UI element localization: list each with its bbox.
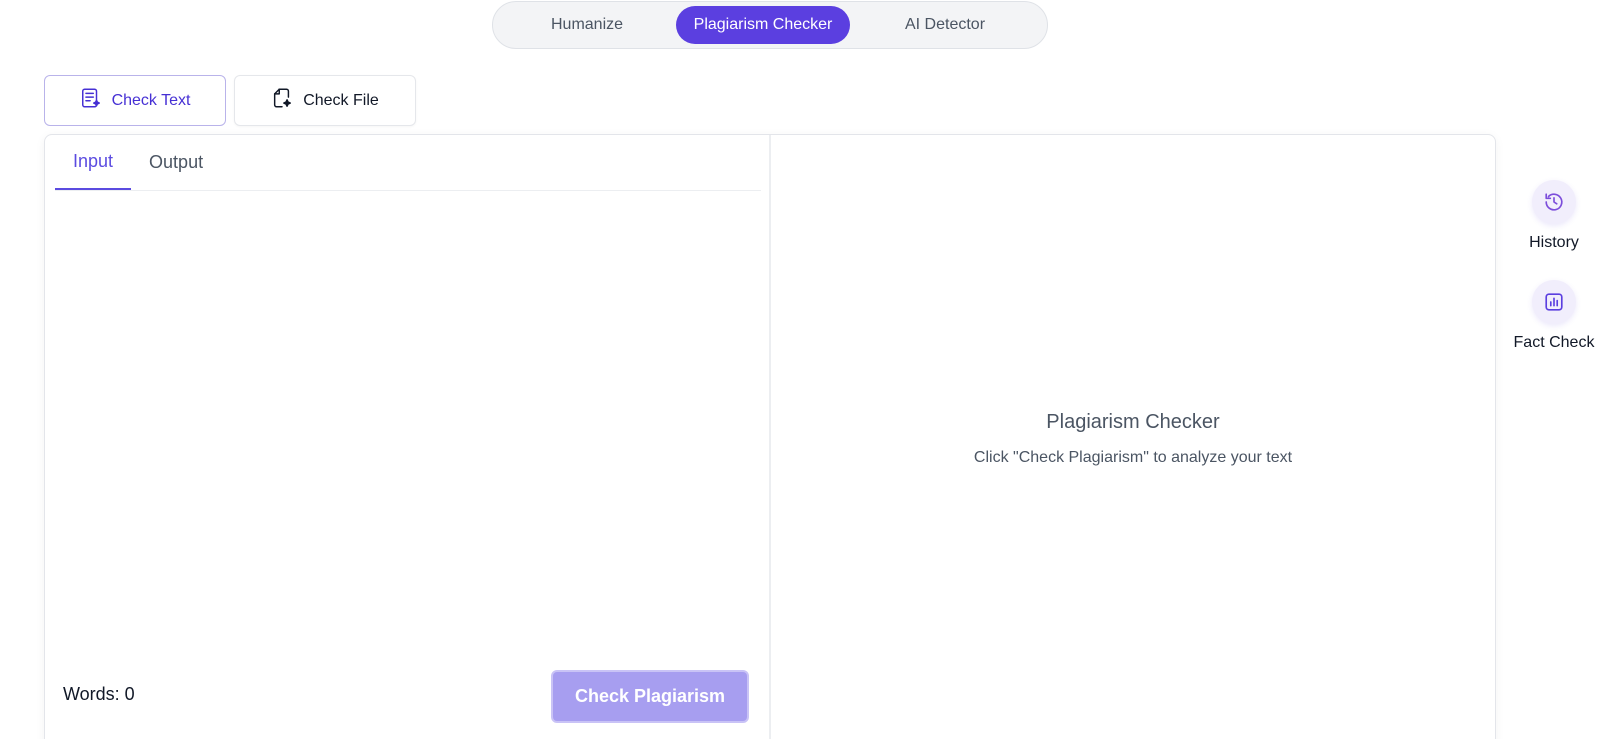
sidebar-item-fact-check[interactable]: Fact Check [1504, 280, 1600, 352]
check-file-label: Check File [303, 91, 379, 109]
check-text-tab[interactable]: Check Text [44, 75, 226, 126]
text-document-icon [80, 87, 102, 114]
sidebar-item-history[interactable]: History [1504, 180, 1600, 252]
result-pane: Plagiarism Checker Click "Check Plagiari… [771, 135, 1495, 739]
check-text-label: Check Text [111, 91, 191, 109]
io-tabs: Input Output [55, 135, 761, 191]
tab-output[interactable]: Output [131, 135, 221, 190]
check-mode-tabs: Check Text Check File [44, 75, 416, 126]
app-root: Humanize Plagiarism Checker AI Detector … [0, 0, 1600, 739]
check-plagiarism-button[interactable]: Check Plagiarism [551, 670, 749, 723]
check-file-tab[interactable]: Check File [234, 75, 416, 126]
file-sparkle-icon [271, 87, 293, 114]
result-empty-title: Plagiarism Checker [1046, 411, 1220, 433]
mode-switcher: Humanize Plagiarism Checker AI Detector [492, 1, 1048, 49]
chart-icon [1532, 280, 1576, 324]
history-icon [1532, 180, 1576, 224]
mode-tab-ai-detector[interactable]: AI Detector [850, 6, 1040, 44]
text-input[interactable] [55, 195, 761, 655]
sidebar-label-history: History [1529, 234, 1579, 251]
input-pane: Input Output Words: 0 Check Plagiarism [45, 135, 771, 739]
result-empty-subtitle: Click "Check Plagiarism" to analyze your… [973, 449, 1293, 466]
mode-tab-humanize[interactable]: Humanize [498, 6, 676, 44]
word-count: Words: 0 [63, 684, 135, 704]
mode-tab-plagiarism-checker[interactable]: Plagiarism Checker [676, 6, 850, 44]
tab-input[interactable]: Input [55, 135, 132, 190]
checker-panel: Input Output Words: 0 Check Plagiarism P… [44, 134, 1496, 739]
sidebar-label-fact-check: Fact Check [1513, 334, 1595, 351]
